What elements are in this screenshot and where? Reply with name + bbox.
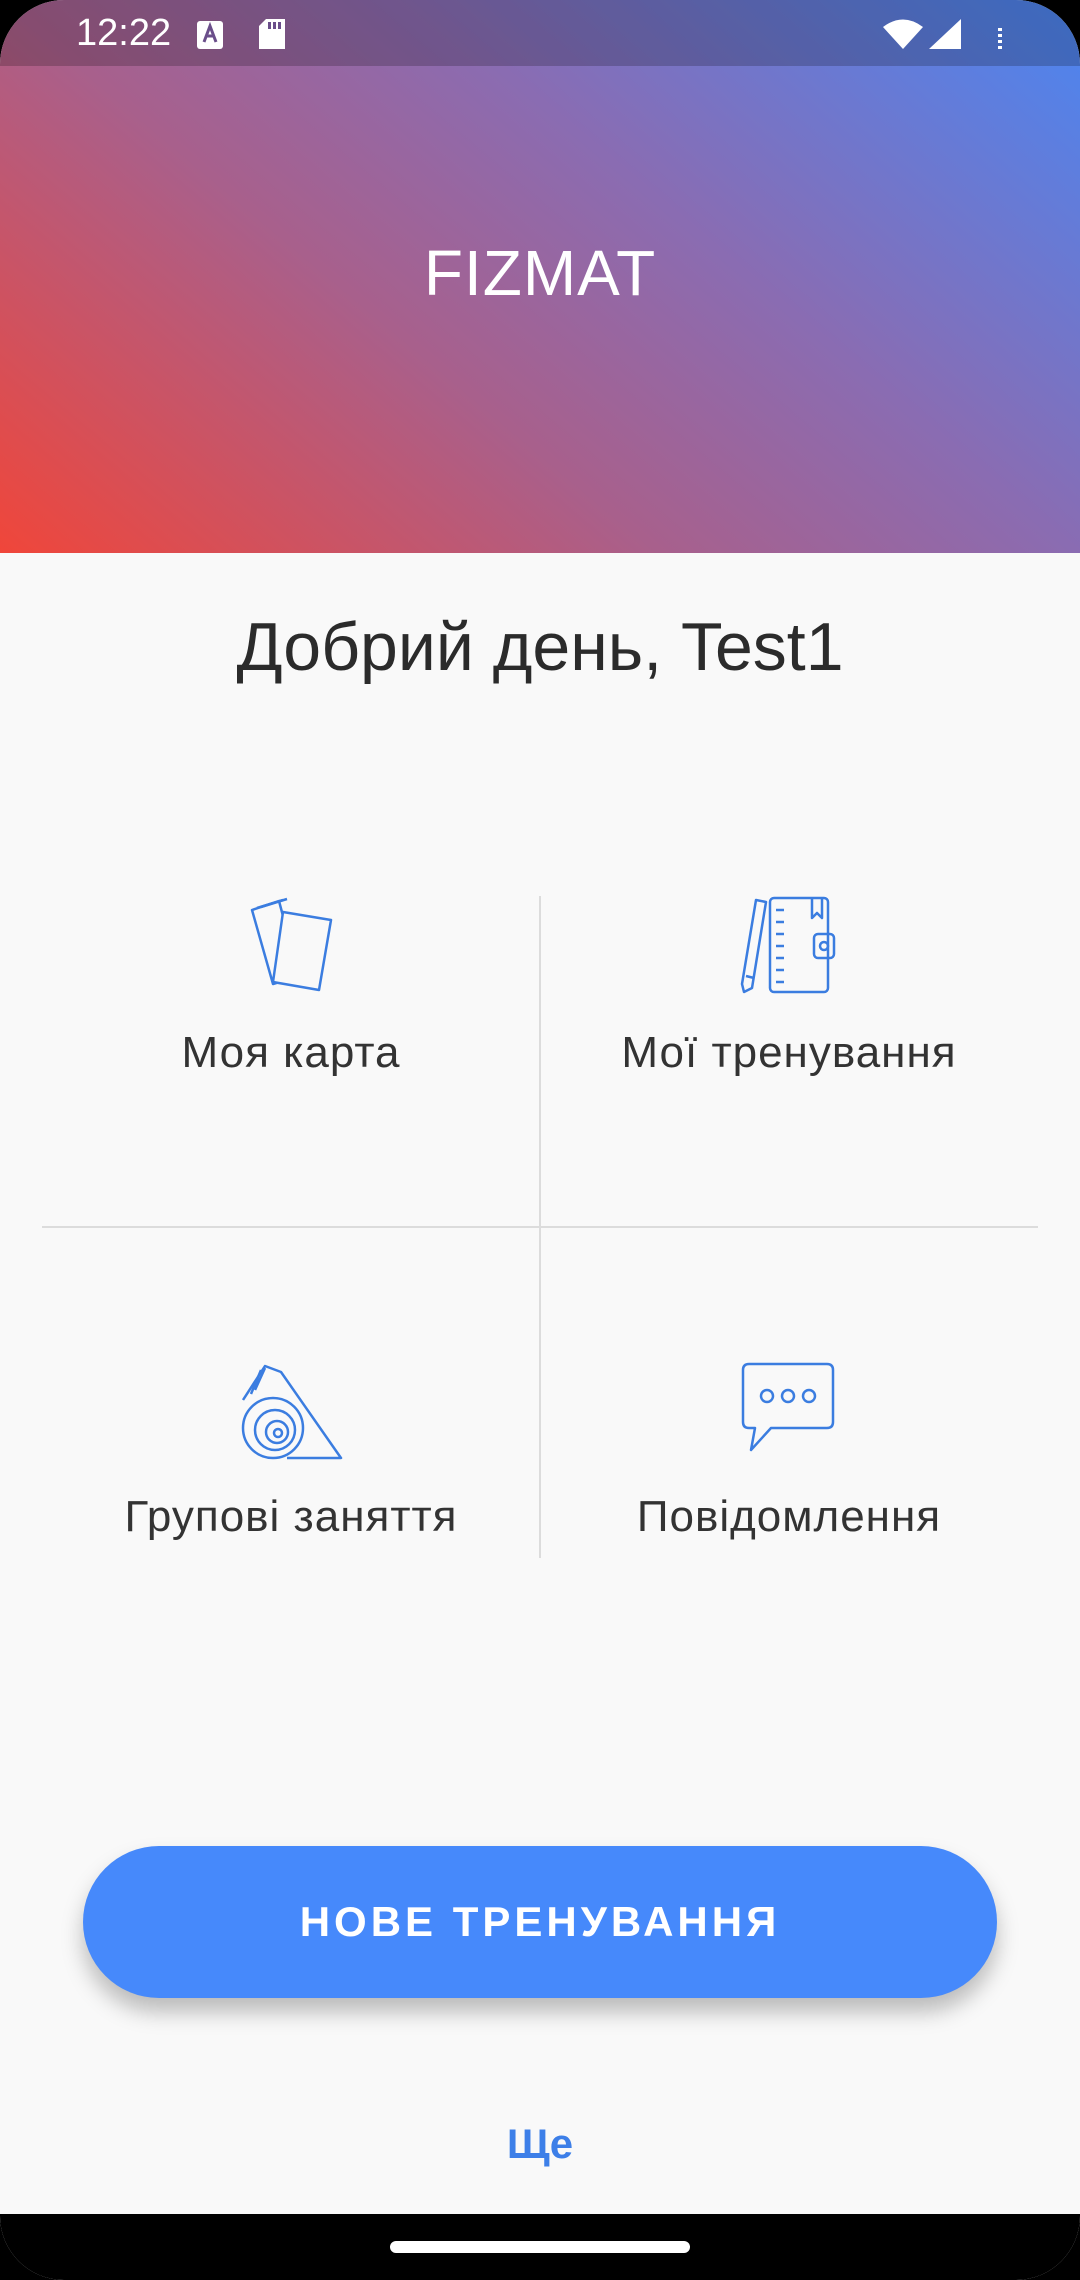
accessibility-a-icon [197,21,223,49]
home-gesture-handle[interactable] [390,2241,690,2253]
more-link[interactable]: Ще [0,2120,1080,2168]
tile-label: Мої тренування [621,1028,957,1077]
brand-title: FIZMAT [423,237,657,309]
chat-bubble-icon [741,1362,835,1452]
status-bar: 12:22 [0,0,1080,66]
tile-messages[interactable]: Повідомлення [540,1228,1038,1554]
tile-label: Групові заняття [124,1492,458,1541]
wifi-icon [883,19,923,49]
tile-label: Повідомлення [636,1492,942,1541]
notebook-pencil-icon [740,896,836,994]
new-workout-button[interactable]: НОВЕ ТРЕНУВАННЯ [83,1846,997,1998]
tile-my-workouts[interactable]: Мої тренування [540,896,1038,1222]
tile-group-classes[interactable]: Групові заняття [42,1228,540,1554]
tile-label: Моя карта [181,1028,401,1077]
signal-icon [929,19,961,49]
cards-icon [250,897,333,992]
battery-icon [998,28,1002,49]
greeting-text: Добрий день, Test1 [236,609,844,685]
yoga-mat-icon [241,1364,343,1460]
status-time: 12:22 [76,12,172,54]
header-banner: FIZMAT [0,0,1080,553]
app-screen: FIZMAT 12:22 Добрий день, Test1 Моя карт… [0,0,1080,2280]
sd-card-icon [259,19,285,49]
tile-my-card[interactable]: Моя карта [42,896,540,1222]
